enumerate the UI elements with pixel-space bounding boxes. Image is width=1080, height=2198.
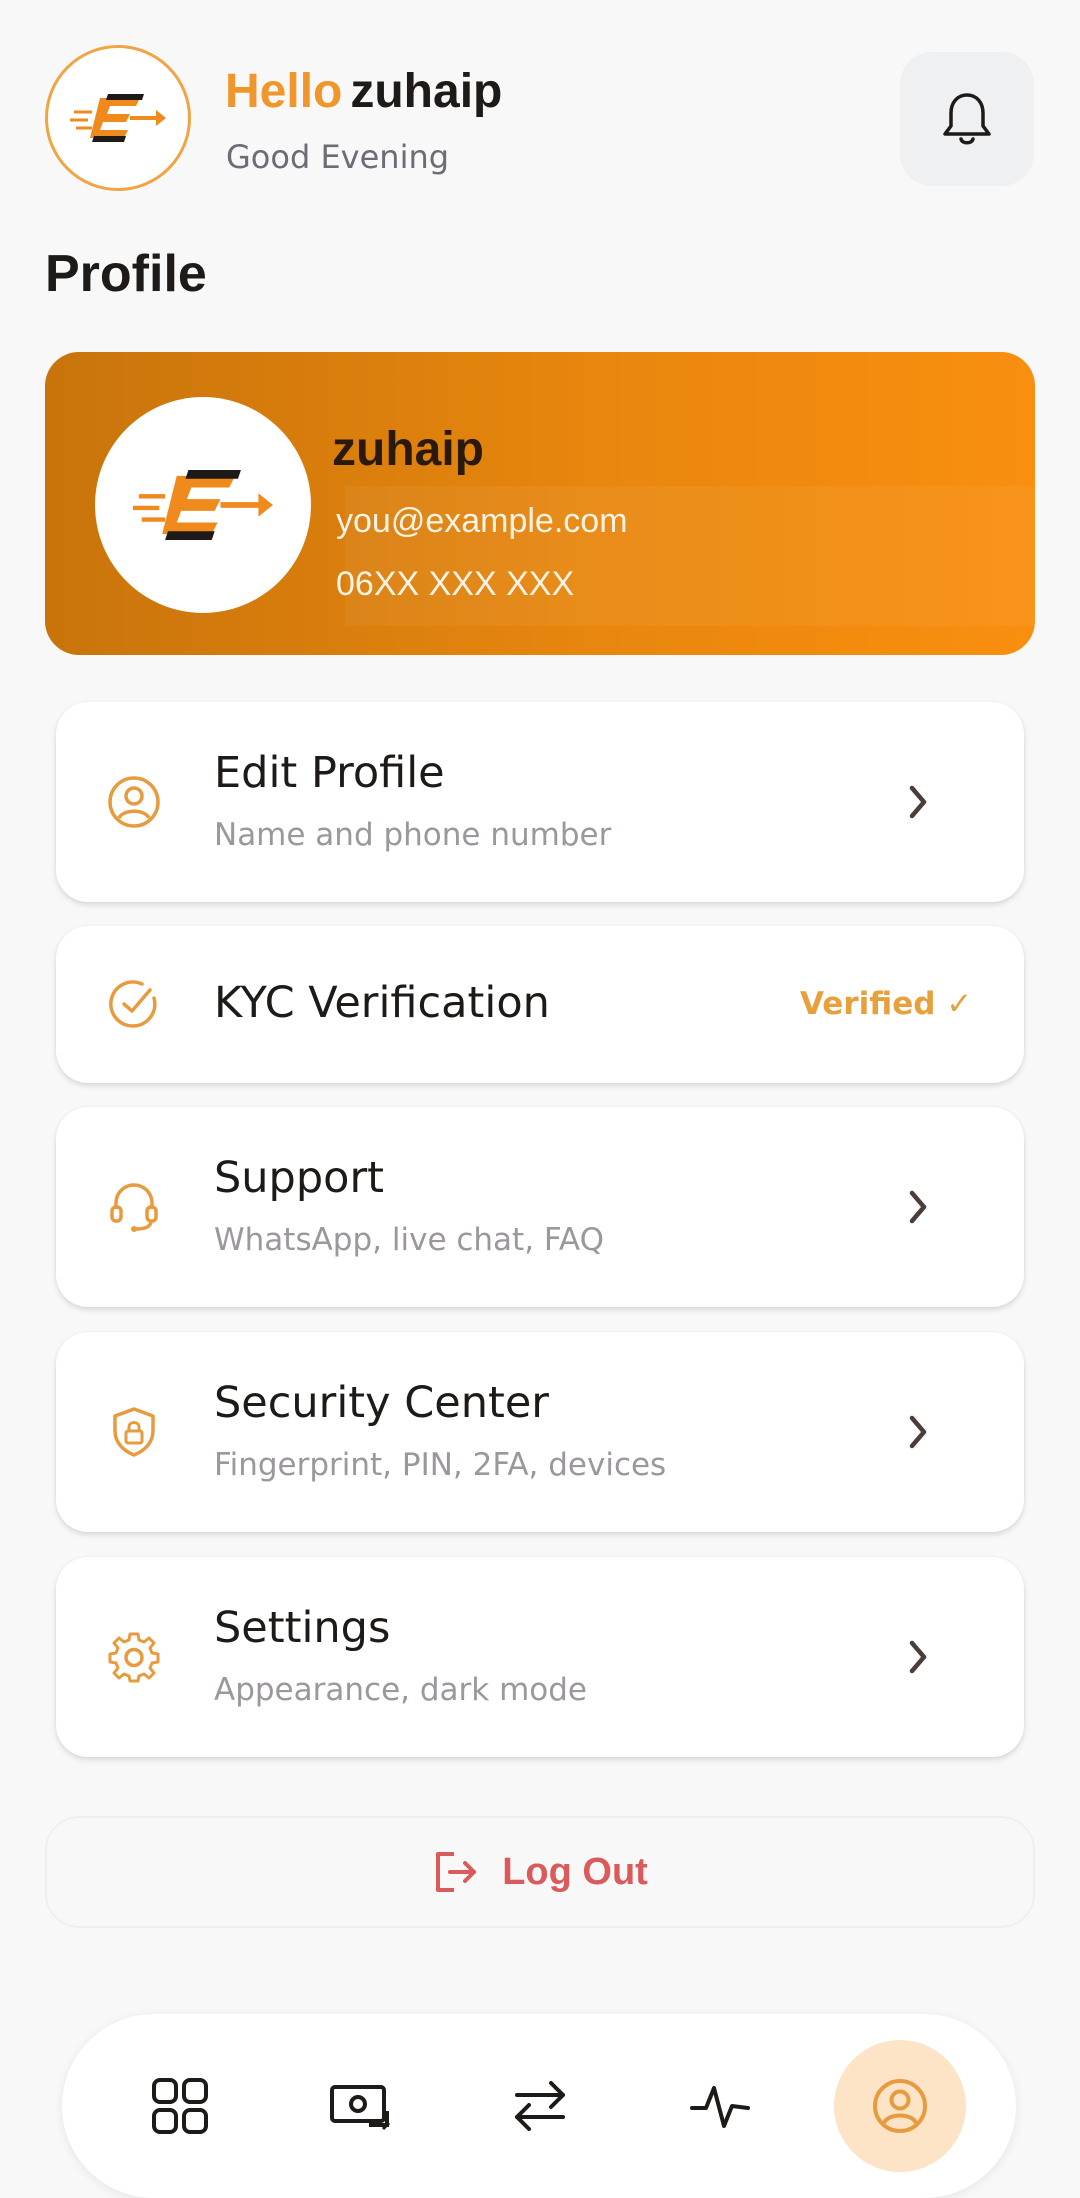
nav-activity[interactable] [668,2054,772,2158]
brand-logo-icon [133,470,273,540]
menu-item-support[interactable]: Support WhatsApp, live chat, FAQ [56,1107,1024,1307]
profile-phone: 06XX XXX XXX [336,565,575,603]
menu-title: Security Center [214,1378,549,1428]
menu-item-edit-profile[interactable]: Edit Profile Name and phone number [56,702,1024,902]
page-title: Profile [45,245,207,303]
header-username: zuhaip [350,65,503,118]
menu-title: Edit Profile [214,748,445,798]
hello-label: Hello [225,65,343,118]
chevron-right-icon [898,1187,938,1227]
bell-icon [943,93,991,145]
header: Hello zuhaip Good Evening [0,0,1080,230]
nav-home[interactable] [128,2054,232,2158]
profile-name: zuhaip [332,423,484,476]
menu-subtitle: Fingerprint, PIN, 2FA, devices [214,1447,667,1483]
menu-subtitle: WhatsApp, live chat, FAQ [214,1222,604,1258]
nav-profile[interactable] [834,2040,966,2172]
notifications-button[interactable] [900,52,1034,186]
logout-icon [436,1852,477,1892]
greeting-heading: Hello zuhaip [225,64,502,119]
menu-title: KYC Verification [214,978,550,1028]
shield-lock-icon [104,1402,164,1462]
activity-icon [690,2086,750,2128]
nav-wallet[interactable] [308,2054,412,2158]
nav-transfer[interactable] [488,2054,592,2158]
profile-email: you@example.com [336,502,628,540]
bottom-navigation [62,2014,1016,2198]
profile-icon [873,2079,927,2133]
chevron-right-icon [898,1637,938,1677]
money-icon [330,2085,391,2131]
profile-card: zuhaip you@example.com 06XX XXX XXX [45,352,1035,655]
chevron-right-icon [898,1412,938,1452]
menu-title: Settings [214,1603,391,1653]
kyc-status-badge: Verified ✓ [800,986,973,1022]
menu-item-security[interactable]: Security Center Fingerprint, PIN, 2FA, d… [56,1332,1024,1532]
greeting-subtitle: Good Evening [226,138,450,176]
app-logo-avatar[interactable] [45,45,191,191]
menu-item-kyc[interactable]: KYC Verification Verified ✓ [56,926,1024,1083]
check-circle-icon [104,974,164,1034]
user-circle-icon [104,772,164,832]
headset-icon [104,1177,164,1237]
menu-item-settings[interactable]: Settings Appearance, dark mode [56,1557,1024,1757]
gear-icon [104,1627,164,1687]
transfer-icon [515,2081,565,2131]
logout-button[interactable]: Log Out [45,1816,1035,1928]
profile-avatar[interactable] [95,397,311,613]
chevron-right-icon [898,782,938,822]
menu-subtitle: Appearance, dark mode [214,1672,587,1708]
logout-label: Log Out [502,1850,648,1893]
menu-title: Support [214,1153,384,1203]
grid-icon [152,2078,208,2134]
menu-subtitle: Name and phone number [214,817,612,853]
brand-logo-icon [70,94,166,142]
